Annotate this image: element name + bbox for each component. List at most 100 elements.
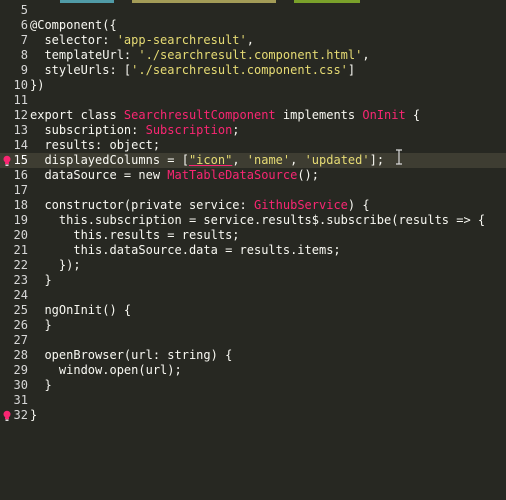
code-line[interactable]: 6 @Component({ bbox=[0, 18, 506, 33]
code-line[interactable]: 29 window.open(url); bbox=[0, 363, 506, 378]
code-text[interactable]: } bbox=[30, 318, 52, 333]
code-line[interactable]: 23 } bbox=[0, 273, 506, 288]
code-line[interactable]: 12 export class SearchresultComponent imp… bbox=[0, 108, 506, 123]
line-number: 31 bbox=[13, 393, 28, 407]
code-line[interactable]: 17 bbox=[0, 183, 506, 198]
code-text[interactable]: } bbox=[30, 408, 37, 423]
code-text[interactable]: this.results = results; bbox=[30, 228, 240, 243]
line-number: 14 bbox=[13, 138, 28, 152]
code-line[interactable]: 21 this.dataSource.data = results.items; bbox=[0, 243, 506, 258]
code-token: }) bbox=[30, 78, 45, 92]
code-lines[interactable]: 5 6 @Component({7 selector: 'app-searchres… bbox=[0, 3, 506, 423]
code-line[interactable]: 8 templateUrl: './searchresult.component… bbox=[0, 48, 506, 63]
code-text[interactable]: selector: 'app-searchresult', bbox=[30, 33, 254, 48]
code-text[interactable]: this.dataSource.data = results.items; bbox=[30, 243, 340, 258]
code-line[interactable]: 19 this.subscription = service.results$.… bbox=[0, 213, 506, 228]
line-number: 13 bbox=[13, 123, 28, 137]
code-text[interactable]: dataSource = new MatTableDataSource(); bbox=[30, 168, 319, 183]
code-text[interactable]: } bbox=[30, 273, 51, 288]
code-text[interactable]: constructor(private service: GithubServi… bbox=[30, 198, 370, 213]
code-token: ; bbox=[232, 123, 240, 137]
code-text[interactable]: export class SearchresultComponent imple… bbox=[30, 108, 420, 123]
code-text[interactable]: templateUrl: './searchresult.component.h… bbox=[30, 48, 370, 63]
code-token: window.open(url); bbox=[30, 363, 182, 377]
code-token: ) { bbox=[347, 198, 370, 212]
code-text[interactable]: displayedColumns = ["icon", 'name', 'upd… bbox=[30, 153, 384, 168]
code-text[interactable]: openBrowser(url: string) { bbox=[30, 348, 232, 363]
code-token: subscription: bbox=[30, 123, 146, 137]
code-text[interactable]: @Component({ bbox=[30, 18, 117, 33]
line-number: 29 bbox=[13, 363, 28, 377]
code-token: }); bbox=[30, 258, 81, 272]
code-token: styleUrls: [ bbox=[30, 63, 132, 77]
line-number: 22 bbox=[13, 258, 28, 272]
code-line[interactable]: 18 constructor(private service: GithubSe… bbox=[0, 198, 506, 213]
code-token: ]; bbox=[369, 153, 385, 167]
code-token: (); bbox=[297, 168, 320, 182]
code-line[interactable]: 9 styleUrls: ['./searchresult.component.… bbox=[0, 63, 506, 78]
code-line[interactable]: 7 selector: 'app-searchresult', bbox=[0, 33, 506, 48]
text-cursor-icon bbox=[396, 149, 402, 165]
code-line[interactable]: 16 dataSource = new MatTableDataSource()… bbox=[0, 168, 506, 183]
code-line[interactable]: 15 displayedColumns = ["icon", 'name', '… bbox=[0, 153, 506, 168]
line-number: 25 bbox=[13, 303, 28, 317]
code-token: @Component({ bbox=[30, 18, 117, 32]
code-text[interactable]: styleUrls: ['./searchresult.component.cs… bbox=[30, 63, 355, 78]
code-line[interactable]: 13 subscription: Subscription; bbox=[0, 123, 506, 138]
code-text[interactable]: subscription: Subscription; bbox=[30, 123, 240, 138]
code-line[interactable]: 28 openBrowser(url: string) { bbox=[0, 348, 506, 363]
code-line[interactable]: 10}) bbox=[0, 78, 506, 93]
code-line[interactable]: 27 bbox=[0, 333, 506, 348]
code-token: './searchresult.component.css' bbox=[131, 63, 348, 77]
code-text[interactable]: ngOnInit() { bbox=[30, 303, 131, 318]
code-token: , bbox=[232, 153, 247, 167]
code-line[interactable]: 32} bbox=[0, 408, 506, 423]
code-token: , bbox=[362, 48, 370, 62]
line-number: 10 bbox=[13, 78, 28, 92]
code-token: this.subscription = service.results$.sub… bbox=[30, 213, 486, 227]
code-line[interactable]: 11 bbox=[0, 93, 506, 108]
code-token: implements bbox=[275, 108, 363, 122]
line-number: 8 bbox=[20, 48, 28, 62]
line-number: 28 bbox=[13, 348, 28, 362]
code-line[interactable]: 31 bbox=[0, 393, 506, 408]
code-line[interactable]: 5 bbox=[0, 3, 506, 18]
line-number: 30 bbox=[13, 378, 28, 392]
code-text[interactable]: this.subscription = service.results$.sub… bbox=[30, 213, 485, 228]
lightbulb-icon[interactable] bbox=[2, 410, 12, 422]
code-token: export class bbox=[30, 108, 124, 122]
code-token: templateUrl: bbox=[30, 48, 139, 62]
lightbulb-icon[interactable] bbox=[2, 155, 12, 167]
code-token: this.results = results; bbox=[30, 228, 240, 242]
code-line[interactable]: 25 ngOnInit() { bbox=[0, 303, 506, 318]
code-token: MatTableDataSource bbox=[167, 168, 298, 182]
code-token: results: object; bbox=[30, 138, 161, 152]
code-line[interactable]: 14 results: object; bbox=[0, 138, 506, 153]
code-token: './searchresult.component.html' bbox=[138, 48, 363, 62]
code-text[interactable]: }) bbox=[30, 78, 44, 93]
code-line[interactable]: 22 }); bbox=[0, 258, 506, 273]
code-line[interactable]: 24 bbox=[0, 288, 506, 303]
code-token: constructor(private service: bbox=[30, 198, 254, 212]
line-number: 17 bbox=[13, 183, 28, 197]
code-token: } bbox=[30, 318, 52, 332]
line-number: 21 bbox=[13, 243, 28, 257]
line-number: 26 bbox=[13, 318, 28, 332]
line-number: 20 bbox=[13, 228, 28, 242]
code-line[interactable]: 30 } bbox=[0, 378, 506, 393]
code-text[interactable]: } bbox=[30, 378, 52, 393]
code-line[interactable]: 20 this.results = results; bbox=[0, 228, 506, 243]
line-number: 7 bbox=[20, 33, 28, 47]
code-text[interactable]: window.open(url); bbox=[30, 363, 182, 378]
code-token: selector: bbox=[30, 33, 117, 47]
code-line[interactable]: 26 } bbox=[0, 318, 506, 333]
line-number: 24 bbox=[13, 288, 28, 302]
code-editor[interactable]: 5 6 @Component({7 selector: 'app-searchres… bbox=[0, 0, 506, 500]
code-token: 'updated' bbox=[304, 153, 370, 167]
code-text[interactable]: }); bbox=[30, 258, 81, 273]
code-token: 'name' bbox=[246, 153, 291, 167]
code-text[interactable]: results: object; bbox=[30, 138, 160, 153]
code-token: "icon" bbox=[188, 153, 233, 167]
code-token: } bbox=[30, 378, 52, 392]
code-token: OnInit bbox=[362, 108, 406, 122]
